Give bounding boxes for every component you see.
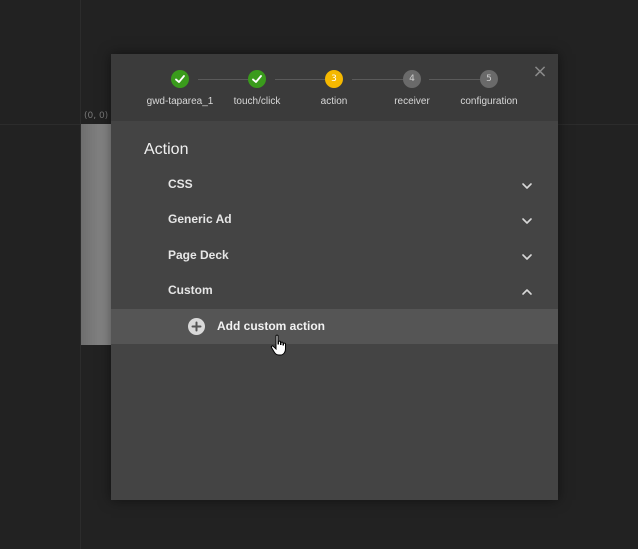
step-label: configuration <box>460 96 518 107</box>
chevron-down-icon <box>521 250 533 262</box>
category-label: Generic Ad <box>168 212 232 226</box>
design-canvas: (0, 0) × gwd-taparea_1 touch/click 3 act… <box>0 0 638 549</box>
step-label: action <box>320 96 348 107</box>
chevron-down-icon <box>521 214 533 226</box>
category-page-deck[interactable]: Page Deck <box>111 238 558 273</box>
section-title: Action <box>144 141 189 158</box>
add-custom-action-label: Add custom action <box>217 319 326 333</box>
check-icon <box>171 70 189 88</box>
step-number: 5 <box>480 70 498 88</box>
check-icon <box>248 70 266 88</box>
plus-circle-icon <box>188 318 205 335</box>
category-label: CSS <box>168 177 193 191</box>
close-icon[interactable]: × <box>532 63 548 81</box>
category-label: Custom <box>168 283 213 297</box>
hand-pointer-icon <box>270 334 290 356</box>
tap-area-element[interactable] <box>81 124 111 345</box>
coordinate-label: (0, 0) <box>84 111 109 121</box>
dialog-header: × gwd-taparea_1 touch/click 3 action 4 r… <box>111 54 558 121</box>
category-custom[interactable]: Custom <box>111 273 558 308</box>
step-number: 4 <box>403 70 421 88</box>
add-custom-action-button[interactable]: Add custom action <box>111 309 558 344</box>
chevron-up-icon <box>521 285 533 297</box>
step-number: 3 <box>325 70 343 88</box>
category-css[interactable]: CSS <box>111 167 558 202</box>
step-configuration[interactable]: 5 configuration <box>444 70 534 107</box>
add-event-dialog: × gwd-taparea_1 touch/click 3 action 4 r… <box>111 54 558 500</box>
chevron-down-icon <box>521 179 533 191</box>
category-generic-ad[interactable]: Generic Ad <box>111 202 558 237</box>
category-label: Page Deck <box>168 248 229 262</box>
step-action[interactable]: 3 action <box>289 70 379 107</box>
